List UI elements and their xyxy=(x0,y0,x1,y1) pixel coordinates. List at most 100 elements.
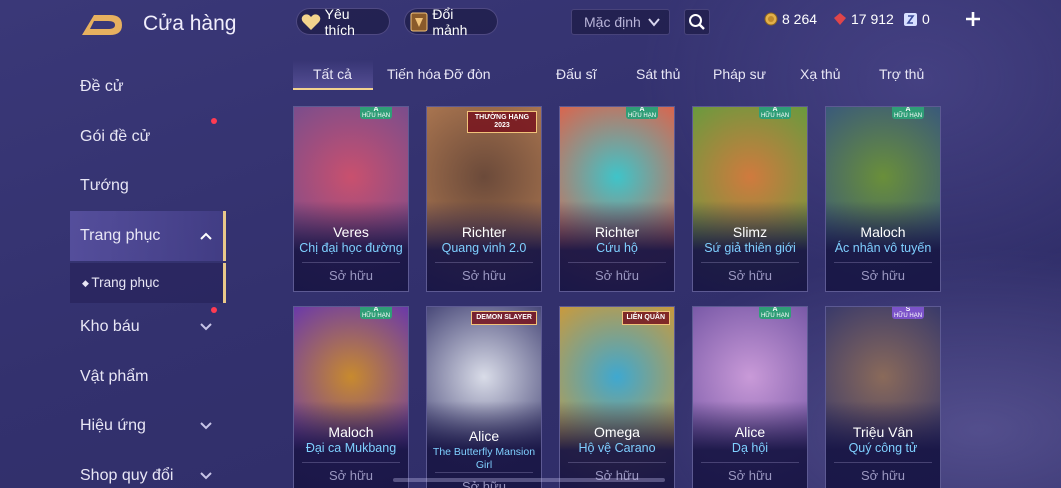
tab-tank[interactable]: Đỡ đòn xyxy=(444,66,491,82)
card-divider xyxy=(435,472,533,473)
skin-name: The Butterfly Mansion Girl xyxy=(432,446,536,471)
skin-card[interactable]: A HỮU HẠN Richter Cứu hộ Sở hữu xyxy=(559,106,675,292)
tab-all[interactable]: Tất cả xyxy=(313,66,352,82)
skin-card[interactable]: A HỮU HẠN Slimz Sứ giả thiên giới Sở hữu xyxy=(692,106,808,292)
skin-card[interactable]: S HỮU HẠN Triệu Vân Quý công tử Sở hữu xyxy=(825,306,941,488)
sort-selected-value: Mặc định xyxy=(584,14,641,30)
sidebar-item-recommended-bundles[interactable]: Gói đề cử xyxy=(80,128,150,146)
event-banner: LIÊN QUÂN xyxy=(621,311,670,325)
tab-mage[interactable]: Pháp sư xyxy=(713,66,766,82)
sidebar-subitem-skins[interactable]: ◆ Trang phục xyxy=(82,275,159,290)
skin-name: Dạ hội xyxy=(731,441,769,455)
skin-card[interactable]: LIÊN QUÂN Omega Hộ vệ Carano Sở hữu xyxy=(559,306,675,488)
hero-name: Triệu Vân xyxy=(852,424,914,440)
tab-marksman[interactable]: Xạ thủ xyxy=(800,66,840,82)
skin-name: Cứu hộ xyxy=(596,241,638,255)
limited-badge: A HỮU HẠN xyxy=(759,306,791,319)
owned-status: Sở hữu xyxy=(462,268,506,283)
badge-text: HỮU HẠN xyxy=(361,313,391,319)
owned-status: Sở hữu xyxy=(728,468,772,483)
chevron-down-icon xyxy=(200,422,212,430)
badge-text: HỮU HẠN xyxy=(893,113,923,119)
event-banner: DEMON SLAYER xyxy=(471,311,537,325)
search-icon xyxy=(689,14,705,30)
tab-fighter[interactable]: Đấu sĩ xyxy=(556,66,596,82)
tab-support[interactable]: Trợ thủ xyxy=(879,66,924,82)
owned-status: Sở hữu xyxy=(861,468,905,483)
fragment-card-icon xyxy=(409,12,429,32)
sidebar-item-treasure[interactable]: Kho báu xyxy=(80,318,140,336)
card-divider xyxy=(834,462,932,463)
badge-rank: A xyxy=(772,106,778,113)
sidebar-item-recommended[interactable]: Đề cử xyxy=(80,78,124,96)
horizontal-scrollbar[interactable] xyxy=(393,478,665,482)
badge-rank: A xyxy=(373,306,379,313)
search-button[interactable] xyxy=(684,9,710,35)
hero-name: Maloch xyxy=(860,224,906,240)
gold-value: 8 264 xyxy=(782,11,818,27)
badge-text: HỮU HẠN xyxy=(361,113,391,119)
add-currency-button[interactable] xyxy=(965,8,981,32)
back-logo-icon[interactable] xyxy=(80,10,126,38)
sidebar-item-items[interactable]: Vật phẩm xyxy=(80,368,148,386)
badge-rank: S xyxy=(905,306,911,313)
hero-name: Veres xyxy=(333,224,369,240)
owned-status: Sở hữu xyxy=(861,268,905,283)
exchange-fragments-button[interactable]: Đổi mảnh xyxy=(404,5,498,38)
badge-rank: A xyxy=(639,106,645,113)
skin-card[interactable]: A HỮU HẠN Alice Dạ hội Sở hữu xyxy=(692,306,808,488)
diamond-bullet-icon: ◆ xyxy=(82,278,92,288)
gem-balance: 17 912 xyxy=(833,11,894,27)
voucher-icon xyxy=(903,12,918,27)
sidebar-subitem-label: Trang phục xyxy=(91,275,160,290)
owned-status: Sở hữu xyxy=(329,268,373,283)
hero-name: Omega xyxy=(594,424,640,440)
skin-card[interactable]: A HỮU HẠN Maloch Ác nhân vô tuyến Sở hữu xyxy=(825,106,941,292)
skin-name: Ác nhân vô tuyến xyxy=(834,241,932,255)
badge-text: HỮU HẠN xyxy=(627,113,657,119)
sidebar-item-effects[interactable]: Hiệu ứng xyxy=(80,417,146,435)
card-shade xyxy=(427,401,541,488)
voucher-value: 0 xyxy=(922,11,930,27)
sidebar-item-exchange-shop[interactable]: Shop quy đổi xyxy=(80,467,173,485)
skin-name: Chị đại học đường xyxy=(299,241,403,255)
skin-card[interactable]: THƯỜNG HẠNG 2023 Richter Quang vinh 2.0 Sở … xyxy=(426,106,542,292)
card-divider xyxy=(701,462,799,463)
hero-name: Slimz xyxy=(732,224,768,240)
sort-dropdown[interactable]: Mặc định xyxy=(571,9,670,35)
skin-name: Hộ vệ Carano xyxy=(578,441,656,455)
hero-name: Alice xyxy=(734,424,766,440)
skin-name: Quang vinh 2.0 xyxy=(441,241,527,255)
skin-name: Sứ giả thiên giới xyxy=(704,241,796,255)
hero-name: Richter xyxy=(461,224,507,240)
skin-card[interactable]: DEMON SLAYER Alice The Butterfly Mansion G… xyxy=(426,306,542,488)
limited-badge: A HỮU HẠN xyxy=(892,106,924,119)
active-tab-underline xyxy=(293,88,373,90)
exchange-label: Đổi mảnh xyxy=(432,5,468,38)
badge-rank: A xyxy=(772,306,778,313)
chevron-down-icon xyxy=(648,18,660,27)
voucher-balance: 0 xyxy=(903,11,930,27)
badge-text: HỮU HẠN xyxy=(760,313,790,319)
favorites-button[interactable]: Yêu thích xyxy=(296,5,390,38)
event-banner: THƯỜNG HẠNG 2023 xyxy=(467,111,537,133)
notification-dot xyxy=(211,307,217,313)
sidebar-item-skins[interactable]: Trang phục xyxy=(80,227,160,245)
tab-assassin[interactable]: Sát thủ xyxy=(636,66,680,82)
heart-icon xyxy=(301,12,322,32)
favorites-label: Yêu thích xyxy=(324,5,355,38)
badge-rank: A xyxy=(905,106,911,113)
card-divider xyxy=(834,262,932,263)
skin-name: Đại ca Mukbang xyxy=(305,441,397,455)
hero-name: Alice xyxy=(468,428,500,444)
hero-name: Maloch xyxy=(328,424,374,440)
card-divider xyxy=(435,262,533,263)
tab-evolution[interactable]: Tiến hóa xyxy=(387,66,441,82)
skin-card[interactable]: A HỮU HẠN Maloch Đại ca Mukbang Sở hữu xyxy=(293,306,409,488)
sidebar-item-heroes[interactable]: Tướng xyxy=(80,177,129,195)
red-gem-icon xyxy=(833,12,847,26)
skin-card[interactable]: A HỮU HẠN Veres Chị đại học đường Sở hữu xyxy=(293,106,409,292)
gold-balance: 8 264 xyxy=(764,11,817,27)
limited-badge: A HỮU HẠN xyxy=(759,106,791,119)
hero-name: Richter xyxy=(594,224,640,240)
